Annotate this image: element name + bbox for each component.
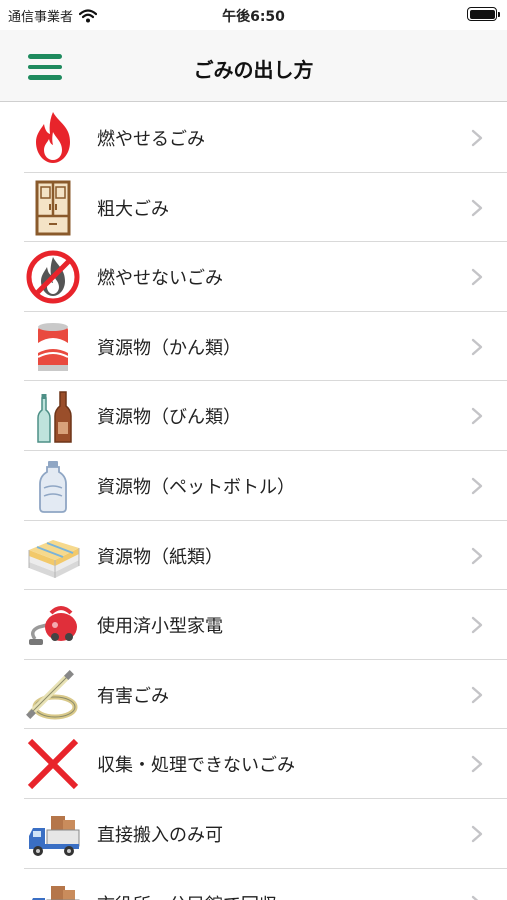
status-bar: 通信事業者 午後6:50 — [0, 0, 507, 30]
chevron-right-icon — [471, 756, 483, 773]
pet-bottle-icon — [39, 460, 67, 513]
can-icon — [37, 322, 69, 371]
page-title: ごみの出し方 — [193, 58, 314, 82]
cabinet-icon — [35, 180, 71, 236]
no-burn-icon — [26, 250, 80, 304]
list-item-direct-delivery[interactable]: 直接搬入のみ可 — [0, 799, 507, 869]
list-item-not-collectable[interactable]: 収集・処理できないごみ — [0, 729, 507, 799]
chevron-right-icon — [471, 338, 483, 355]
chevron-right-icon — [471, 686, 483, 703]
chevron-right-icon — [471, 199, 483, 216]
list-item-bottles[interactable]: 資源物（びん類） — [0, 381, 507, 451]
fluorescent-lamp-icon — [26, 669, 78, 720]
chevron-right-icon — [471, 408, 483, 425]
list-item-label: 資源物（びん類） — [97, 407, 241, 429]
battery-icon — [467, 7, 500, 21]
list-item-label: 使用済小型家電 — [97, 616, 223, 638]
bottles-icon — [37, 391, 72, 444]
red-x-icon — [27, 739, 79, 790]
status-time: 午後6:50 — [222, 9, 285, 25]
chevron-right-icon — [471, 547, 483, 564]
list-item-city-hall-collection[interactable]: 市役所・公民館で回収 — [0, 869, 507, 900]
list-item-label: 資源物（かん類） — [97, 337, 241, 359]
chevron-right-icon — [471, 268, 483, 286]
list-item-paper[interactable]: 資源物（紙類） — [0, 521, 507, 591]
vacuum-cleaner-icon — [29, 606, 77, 646]
list-item-label: 資源物（ペットボトル） — [97, 476, 295, 498]
list-item-cans[interactable]: 資源物（かん類） — [0, 312, 507, 382]
paper-bundle-icon — [28, 539, 80, 578]
list-item-non-burnable[interactable]: 燃やせないごみ — [0, 242, 507, 312]
list-item-label: 燃やせないごみ — [97, 268, 223, 290]
list-item-burnable[interactable]: 燃やせるごみ — [0, 103, 507, 173]
list-item-oversized[interactable]: 粗大ごみ — [0, 173, 507, 243]
truck-icon — [29, 815, 80, 856]
truck-boxes-icon — [31, 885, 80, 900]
list-item-label: 燃やせるごみ — [97, 129, 205, 150]
list-item-label: 資源物（紙類） — [97, 546, 223, 568]
navigation-bar: ごみの出し方 — [0, 30, 507, 102]
chevron-right-icon — [471, 616, 483, 634]
chevron-right-icon — [471, 477, 483, 495]
list-item-label: 粗大ごみ — [97, 198, 169, 220]
list-item-label: 有害ごみ — [97, 685, 169, 707]
list-item-label: 収集・処理できないごみ — [97, 755, 295, 777]
list-item-pet-bottles[interactable]: 資源物（ペットボトル） — [0, 451, 507, 521]
list-item-label: 直接搬入のみ可 — [97, 824, 223, 846]
chevron-right-icon — [471, 825, 483, 843]
flame-icon — [36, 112, 70, 163]
chevron-right-icon — [471, 129, 483, 147]
chevron-right-icon — [471, 895, 479, 900]
list-item-small-appliances[interactable]: 使用済小型家電 — [0, 590, 507, 660]
list-item-hazardous[interactable]: 有害ごみ — [0, 660, 507, 730]
list-item-label: 市役所・公民館で回収 — [97, 891, 277, 900]
garbage-category-list: 燃やせるごみ 粗大ごみ 燃やせないごみ 資源物（かん類） 資源物（びん類） 資源… — [0, 103, 507, 900]
